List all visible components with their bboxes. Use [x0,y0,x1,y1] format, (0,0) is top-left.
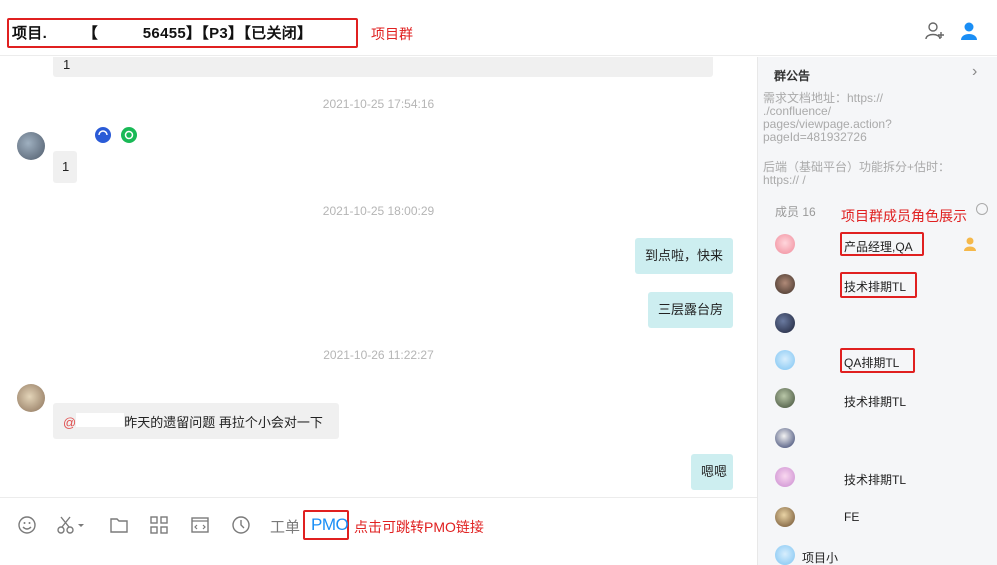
avatar[interactable] [17,132,45,160]
notice-title: 群公告 [774,69,811,83]
message-bubble-self: 嗯嗯 [691,454,733,490]
group-info-panel: 群公告 › 需求文档地址：https:// ./confluence/ page… [757,57,997,565]
avatar[interactable] [775,467,795,487]
code-icon[interactable] [190,515,210,535]
grid-icon[interactable] [149,515,169,535]
title-annotation: 项目群 [371,26,413,42]
notice-line: https:// / [763,173,806,187]
folder-icon[interactable] [109,515,129,535]
member-role: 技术排期TL [844,473,907,487]
chat-window: 项目. 【 56455】【P3】【已关闭】 项目群 1 2021-10-25 1… [0,0,997,565]
member-role: FE [844,510,860,524]
pmo-button[interactable]: PMO [311,515,349,535]
chat-header: 项目. 【 56455】【P3】【已关闭】 项目群 [0,0,997,56]
wechat-icon [121,127,137,143]
add-member-icon[interactable] [924,20,946,42]
owner-badge-icon [964,237,976,251]
message-bubble-self: 到点啦，快来 [635,238,733,274]
avatar[interactable] [775,428,795,448]
message-bubble: @ 昨天的遗留问题 再拉个小会对一下 [53,403,339,439]
avatar[interactable] [17,384,45,412]
member-role: 产品经理,QA [844,240,913,254]
pmo-annotation: 点击可跳转PMO链接 [354,519,484,535]
notice-line: pageId=481932726 [763,130,867,144]
input-toolbar: 工单 PMO 点击可跳转PMO链接 [0,497,757,565]
scissors-icon[interactable] [56,515,86,535]
member-role: 项目小 [802,551,839,565]
member-profile-icon[interactable] [958,20,980,42]
avatar[interactable] [775,545,795,565]
avatar[interactable] [775,507,795,527]
avatar[interactable] [775,350,795,370]
ticket-button[interactable]: 工单 [270,516,300,536]
timestamp: 2021-10-25 18:00:29 [322,204,435,218]
group-title: 项目. 【 56455】【P3】【已关闭】 [12,25,313,42]
smile-icon[interactable] [17,515,37,535]
member-role: 技术排期TL [844,280,907,294]
member-role: 技术排期TL [844,395,907,409]
mention-tag[interactable]: @ [63,415,76,430]
member-role: QA排期TL [844,356,900,370]
avatar[interactable] [775,388,795,408]
message-list[interactable]: 1 2021-10-25 17:54:16 1 2021-10-25 18:00… [0,57,757,497]
timestamp: 2021-10-25 17:54:16 [322,97,435,111]
chevron-right-icon[interactable]: › [972,63,977,81]
message-bubble-self: 三层露台房 [648,292,733,328]
avatar[interactable] [775,274,795,294]
avatar[interactable] [775,313,795,333]
timestamp: 2021-10-26 11:22:27 [323,348,434,362]
avatar[interactable] [775,234,795,254]
members-count: 成员 16 [775,205,816,219]
message-bubble: 1 [53,151,77,183]
search-icon[interactable] [976,203,988,215]
clock-icon[interactable] [231,515,251,535]
members-annotation: 项目群成员角色展示 [841,208,967,224]
message-bubble: 1 [53,57,713,77]
status-icon [95,127,111,143]
